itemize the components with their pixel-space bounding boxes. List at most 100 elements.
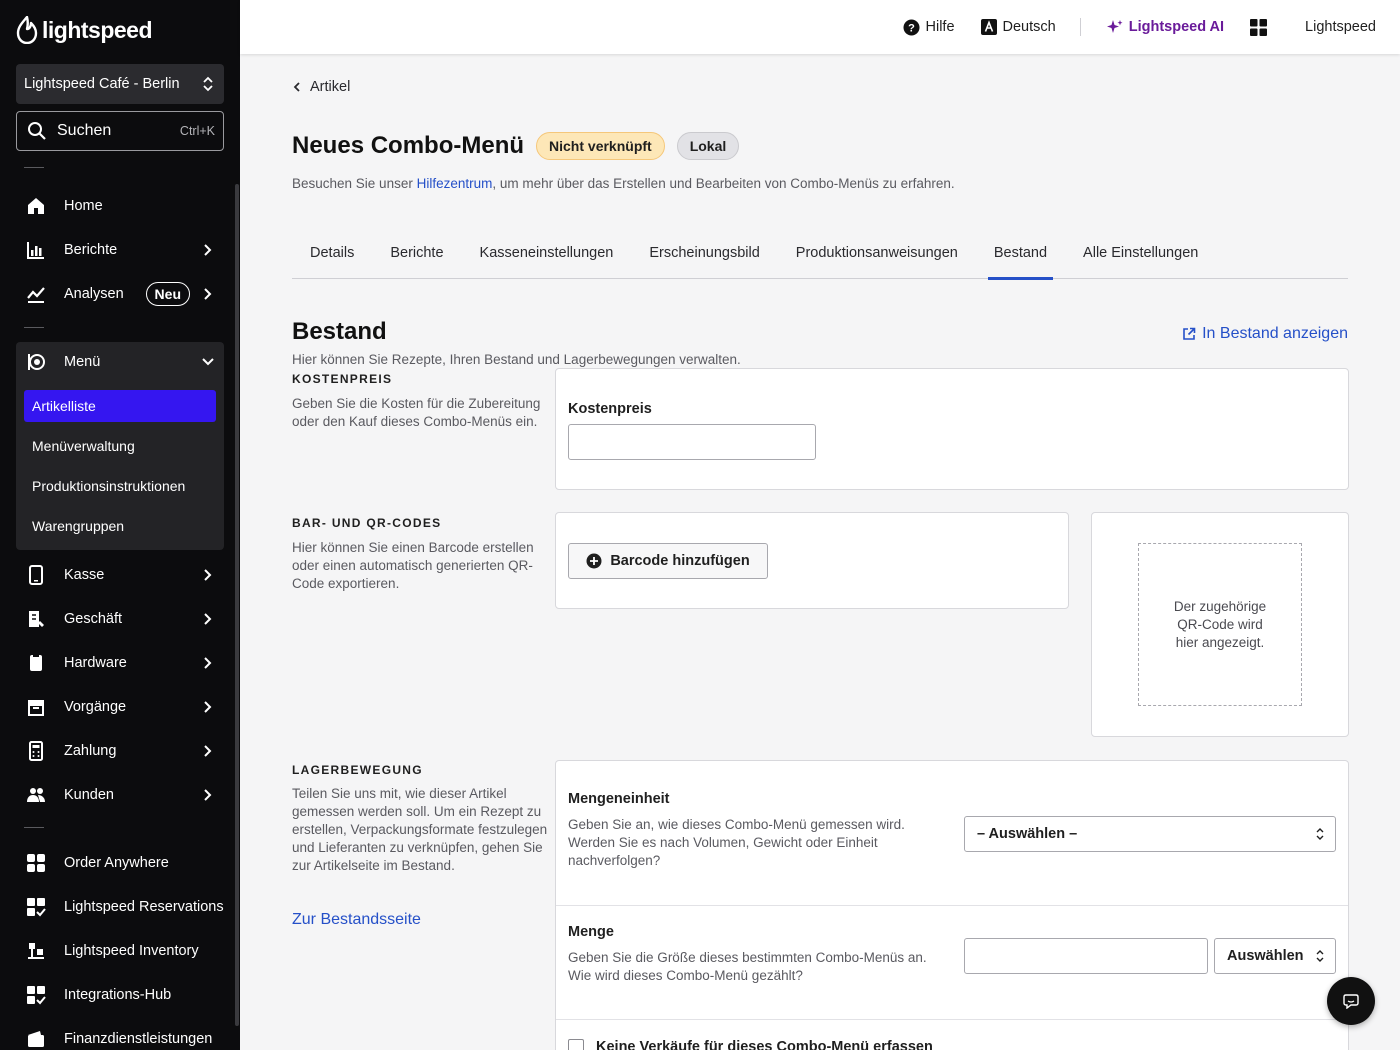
section-description: Hier können Sie Rezepte, Ihren Bestand u… (292, 352, 741, 367)
tab-reports[interactable]: Berichte (372, 237, 461, 279)
topbar: ? Hilfe Deutsch Lightspeed AI Lightspeed (240, 0, 1400, 54)
nav-label: Analysen (64, 286, 124, 302)
sidebar-scrollbar[interactable] (235, 184, 239, 1026)
nav-item-integrations[interactable]: Integrations-Hub (16, 975, 224, 1015)
language-button[interactable]: Deutsch (980, 19, 1056, 35)
nav-item-inventory[interactable]: Lightspeed Inventory (16, 931, 224, 971)
nav-item-business[interactable]: Geschäft (16, 599, 224, 639)
nav-label: Lightspeed Inventory (64, 943, 199, 959)
submenu-item-production-instructions[interactable]: Produktionsinstruktionen (24, 470, 216, 502)
wallet-icon (26, 1029, 46, 1049)
tab-production-instructions[interactable]: Produktionsanweisungen (778, 237, 976, 279)
nav-divider (24, 167, 44, 168)
nav-item-transactions[interactable]: Vorgänge (16, 687, 224, 727)
tab-pos-settings[interactable]: Kasseneinstellungen (462, 237, 632, 279)
search-label: Suchen (57, 122, 112, 139)
card-divider (556, 1019, 1348, 1020)
subtitle-text: , um mehr über das Erstellen und Bearbei… (492, 176, 955, 191)
store-selector[interactable]: Lightspeed Café - Berlin (16, 64, 224, 104)
main-content: Artikel Neues Combo-Menü Nicht verknüpft… (240, 54, 1400, 1050)
search-button[interactable]: Suchen Ctrl+K (16, 111, 224, 151)
scope-badge: Lokal (676, 132, 740, 160)
nav-item-financial[interactable]: Finanzdienstleistungen (16, 1019, 224, 1050)
qr-code-placeholder: Der zugehörige QR-Code wird hier angezei… (1138, 543, 1302, 706)
unit-select-value: – Auswählen – (977, 826, 1078, 842)
help-button[interactable]: ? Hilfe (903, 19, 955, 36)
nav-label: Hardware (64, 655, 127, 671)
view-in-inventory-label: In Bestand anzeigen (1202, 325, 1348, 342)
sidebar: lightspeed Lightspeed Café - Berlin Such… (0, 0, 240, 1050)
barcode-card: Barcode hinzufügen (555, 512, 1069, 609)
submenu-item-menu-management[interactable]: Menüverwaltung (24, 430, 216, 462)
status-badge: Nicht verknüpft (536, 132, 665, 160)
apps-button[interactable] (1250, 18, 1268, 36)
language-icon (980, 19, 997, 35)
plus-circle-icon (586, 553, 602, 569)
brand-logo[interactable]: lightspeed (16, 16, 153, 44)
tab-appearance[interactable]: Erscheinungsbild (631, 237, 777, 279)
back-link[interactable]: Artikel (292, 79, 350, 95)
svg-text:?: ? (908, 22, 915, 34)
add-barcode-label: Barcode hinzufügen (610, 553, 750, 569)
unit-select[interactable]: – Auswählen – (964, 816, 1336, 852)
document-edit-icon (26, 609, 46, 629)
tab-inventory[interactable]: Bestand (976, 237, 1065, 280)
language-label: Deutsch (1002, 19, 1056, 35)
account-menu[interactable]: Lightspeed (1305, 19, 1376, 35)
chevron-right-icon (204, 613, 212, 625)
nav-item-customers[interactable]: Kunden (16, 775, 224, 815)
add-barcode-button[interactable]: Barcode hinzufügen (568, 543, 768, 579)
chat-button[interactable] (1327, 977, 1375, 1025)
nav-item-hardware[interactable]: Hardware (16, 643, 224, 683)
page-subtitle: Besuchen Sie unser Hilfezentrum, um mehr… (292, 176, 955, 191)
nav-divider (24, 327, 44, 328)
calculator-icon (26, 741, 46, 761)
users-icon (26, 785, 46, 805)
view-in-inventory-link[interactable]: In Bestand anzeigen (1182, 325, 1348, 343)
nav-item-order-anywhere[interactable]: Order Anywhere (16, 843, 224, 883)
nav-label: Order Anywhere (64, 855, 169, 871)
chevron-down-icon (202, 358, 214, 366)
chevron-updown-icon (1316, 828, 1324, 840)
nav-divider (24, 827, 44, 828)
qr-card: Der zugehörige QR-Code wird hier angezei… (1091, 512, 1349, 737)
cost-input[interactable] (568, 424, 816, 460)
nav-item-payment[interactable]: Zahlung (16, 731, 224, 771)
bar-chart-icon (26, 240, 46, 260)
chevron-right-icon (204, 288, 212, 300)
no-sales-label: Keine Verkäufe für dieses Combo-Menü erf… (596, 1039, 933, 1050)
nav-item-menu[interactable]: Menü (16, 342, 224, 382)
nav-label: Zahlung (64, 743, 117, 759)
quantity-unit-select[interactable]: Auswählen (1214, 938, 1336, 974)
inventory-page-link[interactable]: Zur Bestandsseite (292, 911, 421, 929)
flame-logo-icon (16, 16, 38, 44)
nav-label: Kasse (64, 567, 105, 583)
submenu-item-article-list[interactable]: Artikelliste (24, 390, 216, 422)
nav-item-home[interactable]: Home (16, 186, 224, 226)
lightspeed-ai-button[interactable]: Lightspeed AI (1106, 19, 1224, 35)
no-sales-checkbox[interactable] (568, 1039, 584, 1050)
tab-details[interactable]: Details (292, 237, 372, 279)
nav-item-pos[interactable]: Kasse (16, 555, 224, 595)
brand-name: lightspeed (42, 16, 153, 43)
nav-item-analytics[interactable]: Analysen Neu (16, 274, 224, 314)
back-label: Artikel (310, 79, 351, 95)
grid-app-icon (26, 853, 46, 873)
account-label: Lightspeed (1305, 19, 1376, 35)
nav-label: Geschäft (64, 611, 123, 627)
archive-icon (26, 697, 46, 717)
topbar-separator (1079, 18, 1081, 36)
nav-item-reservations[interactable]: Lightspeed Reservations (16, 887, 224, 927)
nav-item-reports[interactable]: Berichte (16, 230, 224, 270)
quantity-input[interactable] (964, 938, 1208, 974)
submenu-item-product-groups[interactable]: Warengruppen (24, 510, 216, 542)
grid-check-icon (26, 985, 46, 1005)
quantity-unit-select-value: Auswählen (1227, 948, 1304, 964)
subtitle-text: Besuchen Sie unser (292, 176, 417, 191)
nav-label: Menü (64, 354, 101, 370)
search-shortcut: Ctrl+K (179, 124, 215, 138)
tab-all-settings[interactable]: Alle Einstellungen (1065, 237, 1216, 279)
help-center-link[interactable]: Hilfezentrum (417, 176, 493, 191)
movement-section-description: Teilen Sie uns mit, wie dieser Artikel g… (292, 786, 548, 873)
chevron-right-icon (204, 569, 212, 581)
